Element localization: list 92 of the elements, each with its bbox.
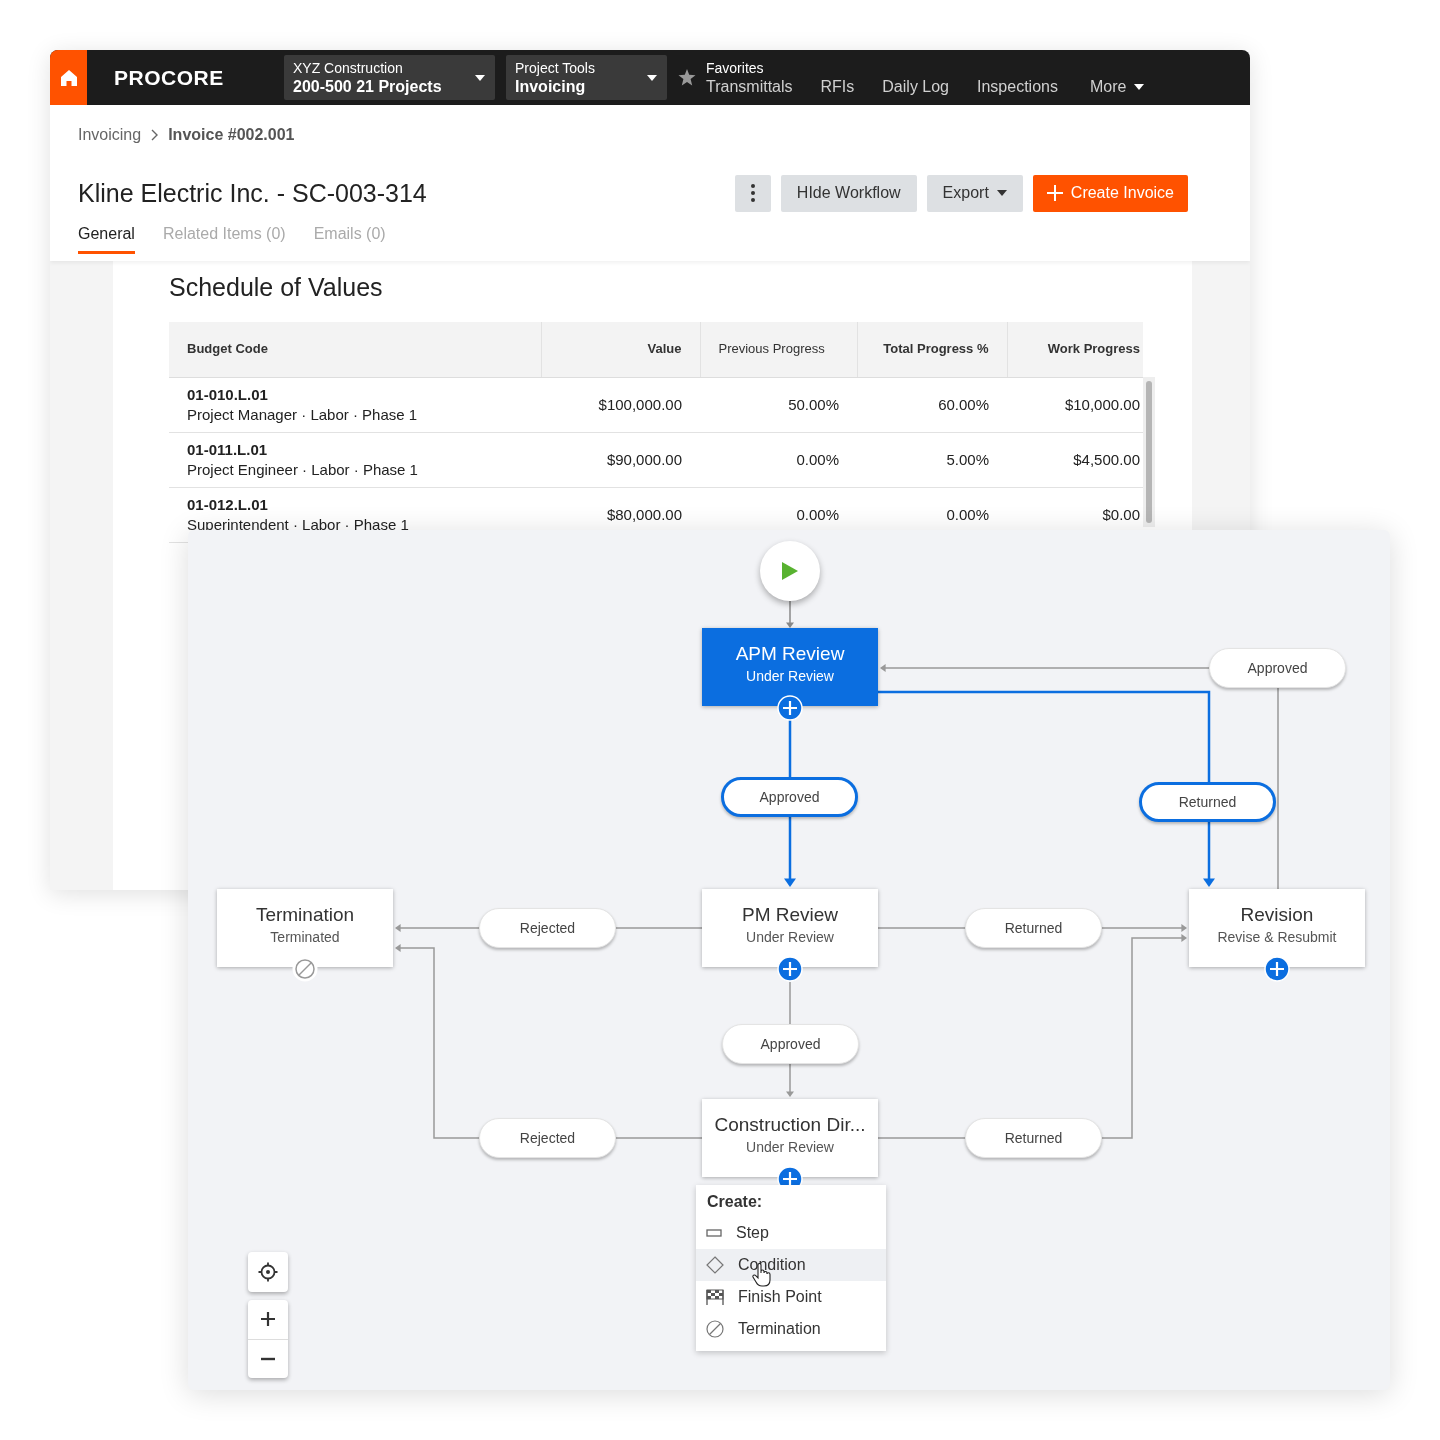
caret-icon: [996, 190, 1007, 196]
table-cell: $90,000.00: [541, 432, 700, 487]
step-title: Revision: [1240, 903, 1314, 926]
step-status: Under Review: [746, 928, 834, 945]
step-status: Under Review: [746, 1138, 834, 1155]
more-options-button[interactable]: [734, 174, 771, 212]
table-cell: 5.00%: [857, 432, 1007, 487]
budget-description: Project Engineer · Labor · Phase 1: [187, 461, 419, 478]
nav-link[interactable]: Transmittals: [706, 77, 793, 96]
table-cell: 50.00%: [700, 377, 857, 432]
home-button[interactable]: [50, 50, 87, 105]
tool-select[interactable]: Project Tools Invoicing: [506, 55, 667, 100]
step-title: PM Review: [741, 903, 839, 926]
zoom-out-icon: [261, 1356, 275, 1361]
table-cell: 60.00%: [857, 377, 1007, 432]
nav-link[interactable]: Inspections: [977, 77, 1058, 96]
breadcrumb-link[interactable]: Invoicing: [78, 126, 142, 144]
add-icon[interactable]: [1264, 956, 1290, 982]
more-menu[interactable]: More: [1089, 77, 1145, 96]
tab[interactable]: General: [78, 225, 135, 254]
star-icon[interactable]: [678, 69, 696, 86]
step-title: Termination: [255, 903, 355, 926]
ban-icon: [292, 956, 318, 982]
menu-title: Create:: [706, 1193, 764, 1211]
connector-arrow: [784, 817, 796, 887]
transition-label[interactable]: Approved: [721, 777, 858, 817]
nav-link[interactable]: RFIs: [820, 77, 855, 96]
step-title: APM Review: [735, 642, 845, 665]
hide-workflow-button[interactable]: HIde Workflow: [780, 174, 917, 212]
add-icon[interactable]: [777, 956, 803, 982]
menu-item[interactable]: Termination: [696, 1313, 886, 1345]
budget-code: 01-011.L.01: [187, 441, 269, 458]
transition-label[interactable]: Rejected: [479, 1118, 616, 1158]
transition-label[interactable]: Returned: [965, 1118, 1102, 1158]
transition-label[interactable]: Approved: [722, 1024, 859, 1064]
step-node[interactable]: Construction Dir... Under Review: [702, 1099, 878, 1177]
menu-item[interactable]: Condition: [696, 1249, 886, 1281]
menu-item[interactable]: Finish Point: [696, 1281, 886, 1313]
column-header[interactable]: Total Progress %: [857, 322, 1007, 377]
step-status: Terminated: [270, 928, 340, 945]
chevron-right-icon: [151, 129, 159, 141]
section-title: Schedule of Values: [169, 273, 384, 302]
budget-description: Superintendent · Labor · Phase 1: [187, 516, 410, 533]
home-icon: [59, 68, 78, 87]
export-button[interactable]: Export: [926, 174, 1023, 212]
project-select[interactable]: XYZ Construction 200-500 21 Projects: [284, 55, 495, 100]
start-node[interactable]: [760, 541, 820, 601]
step-status: Revise & Resubmit: [1217, 928, 1337, 945]
table-cell: $100,000.00: [541, 377, 700, 432]
menu-item[interactable]: Step: [696, 1217, 886, 1249]
column-header[interactable]: Value: [541, 322, 700, 377]
crosshair-icon: [258, 1262, 278, 1282]
play-icon: [781, 561, 799, 581]
add-icon[interactable]: [777, 695, 803, 721]
checkered-flag-icon: [706, 1288, 724, 1306]
connector-line: [789, 981, 791, 1025]
step-status: Under Review: [746, 667, 834, 684]
page-title: Kline Electric Inc. - SC-003-314: [78, 178, 427, 208]
budget-code: 01-010.L.01: [187, 386, 269, 403]
caret-icon: [1134, 83, 1145, 90]
logo[interactable]: PROCORE: [114, 65, 284, 90]
scrollbar[interactable]: [1143, 377, 1155, 527]
plus-icon: [1046, 185, 1063, 201]
kebab-icon: [750, 184, 755, 202]
column-header[interactable]: Budget Code: [169, 322, 541, 377]
table-cell: 0.00%: [700, 432, 857, 487]
rectangle-icon: [706, 1229, 722, 1237]
step-node[interactable]: APM Review Under Review: [702, 628, 878, 706]
step-node[interactable]: Revision Revise & Resubmit: [1189, 889, 1365, 967]
diamond-icon: [706, 1256, 724, 1274]
transition-label[interactable]: Returned: [1139, 782, 1276, 822]
connector-arrow: [786, 1063, 794, 1097]
zoom-in-icon: [261, 1312, 275, 1327]
transition-label[interactable]: Returned: [965, 908, 1102, 948]
transition-label[interactable]: Rejected: [479, 908, 616, 948]
column-header[interactable]: Previous Progress: [700, 322, 857, 377]
step-node[interactable]: PM Review Under Review: [702, 889, 878, 967]
connector-arrow: [786, 600, 794, 628]
ban-icon: [706, 1320, 724, 1338]
budget-description: Project Manager · Labor · Phase 1: [187, 406, 419, 423]
connector-arrow: [1203, 822, 1215, 887]
caret-icon: [475, 74, 485, 81]
recenter-button[interactable]: [248, 1252, 288, 1292]
step-title: Construction Dir...: [714, 1113, 866, 1136]
connector-line: [788, 720, 792, 777]
column-header[interactable]: Work Progress: [1007, 322, 1143, 377]
budget-code: 01-012.L.01: [187, 496, 269, 513]
caret-icon: [647, 74, 657, 81]
termination-node[interactable]: Termination Terminated: [217, 889, 393, 967]
transition-label[interactable]: Approved: [1209, 648, 1346, 688]
favorites-label: Favorites: [706, 59, 765, 76]
nav-link[interactable]: Daily Log: [882, 77, 949, 96]
